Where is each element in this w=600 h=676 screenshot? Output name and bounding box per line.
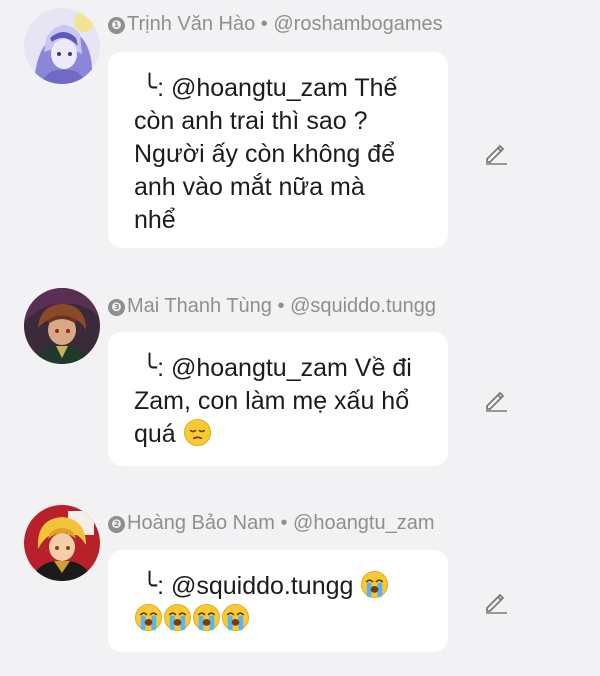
comment-bubble[interactable]: ╰: @hoangtu_zam Về đi Zam, con làm mẹ xấ… (108, 332, 448, 466)
loudly-crying-face-emoji-icon (192, 603, 221, 632)
reply-indicator: ╰ (142, 572, 158, 600)
avatar[interactable] (24, 8, 100, 84)
separator-dot: • (280, 512, 288, 534)
loudly-crying-face-emoji-icon (134, 603, 163, 632)
pencil-icon[interactable] (483, 588, 509, 614)
rank-badge: ❷ (108, 516, 125, 533)
comment-text-line: nhể (134, 206, 176, 234)
separator-dot: • (277, 295, 285, 317)
comment-3: ❷ Hoàng Bảo Nam • @hoangtu_zam ╰: @squidd… (0, 497, 600, 676)
reply-indicator: ╰ (142, 74, 158, 102)
loudly-crying-face-emoji-icon (163, 603, 192, 632)
pencil-icon[interactable] (483, 386, 509, 412)
rank-badge: ❶ (108, 17, 125, 34)
comment-header: ❶ Trịnh Văn Hào • @roshambogames (108, 12, 443, 36)
author-handle[interactable]: @hoangtu_zam (293, 512, 435, 534)
anime-avatar-icon (24, 8, 100, 84)
comment-text-line: Người ấy còn không để (134, 140, 396, 168)
anime-avatar-icon (24, 288, 100, 364)
mention-link[interactable]: : @hoangtu_zam (157, 354, 348, 382)
mention-link[interactable]: : @squiddo.tungg (157, 572, 353, 600)
comment-text-line: anh vào mắt nữa mà (134, 173, 365, 201)
comment-text-line: Thế (354, 74, 398, 102)
author-handle[interactable]: @squiddo.tungg (290, 295, 436, 317)
comment-2: ❸ Mai Thanh Tùng • @squiddo.tungg ╰: @hoa… (0, 280, 600, 480)
comment-bubble[interactable]: ╰: @hoangtu_zam Thế còn anh trai thì sao… (108, 52, 448, 248)
comment-header: ❷ Hoàng Bảo Nam • @hoangtu_zam (108, 511, 435, 535)
loudly-crying-face-emoji-icon (221, 603, 250, 632)
author-name[interactable]: Mai Thanh Tùng (127, 295, 272, 317)
rank-badge: ❸ (108, 299, 125, 316)
author-name[interactable]: Hoàng Bảo Nam (127, 512, 275, 534)
author-name[interactable]: Trịnh Văn Hào (127, 13, 255, 35)
pencil-icon[interactable] (483, 139, 509, 165)
avatar[interactable] (24, 505, 100, 581)
reply-indicator: ╰ (142, 354, 158, 382)
loudly-crying-face-emoji-icon (361, 570, 389, 599)
comment-bubble[interactable]: ╰: @squiddo.tungg (108, 550, 448, 652)
separator-dot: • (260, 13, 268, 35)
author-handle[interactable]: @roshambogames (273, 13, 442, 35)
comment-1: ❶ Trịnh Văn Hào • @roshambogames ╰: @hoan… (0, 0, 600, 260)
comment-text-line: Zam, con làm mẹ xấu hổ (134, 387, 410, 415)
comment-text-line: quá (134, 420, 176, 448)
emoji-row (360, 570, 389, 600)
pensive-face-emoji-icon (183, 418, 211, 447)
emoji-row (134, 603, 250, 633)
anime-avatar-icon (24, 505, 100, 581)
comment-header: ❸ Mai Thanh Tùng • @squiddo.tungg (108, 294, 436, 318)
comment-text-line: còn anh trai thì sao ? (134, 107, 368, 135)
mention-link[interactable]: : @hoangtu_zam (157, 74, 348, 102)
avatar[interactable] (24, 288, 100, 364)
comment-text-line: Về đi (354, 354, 412, 382)
